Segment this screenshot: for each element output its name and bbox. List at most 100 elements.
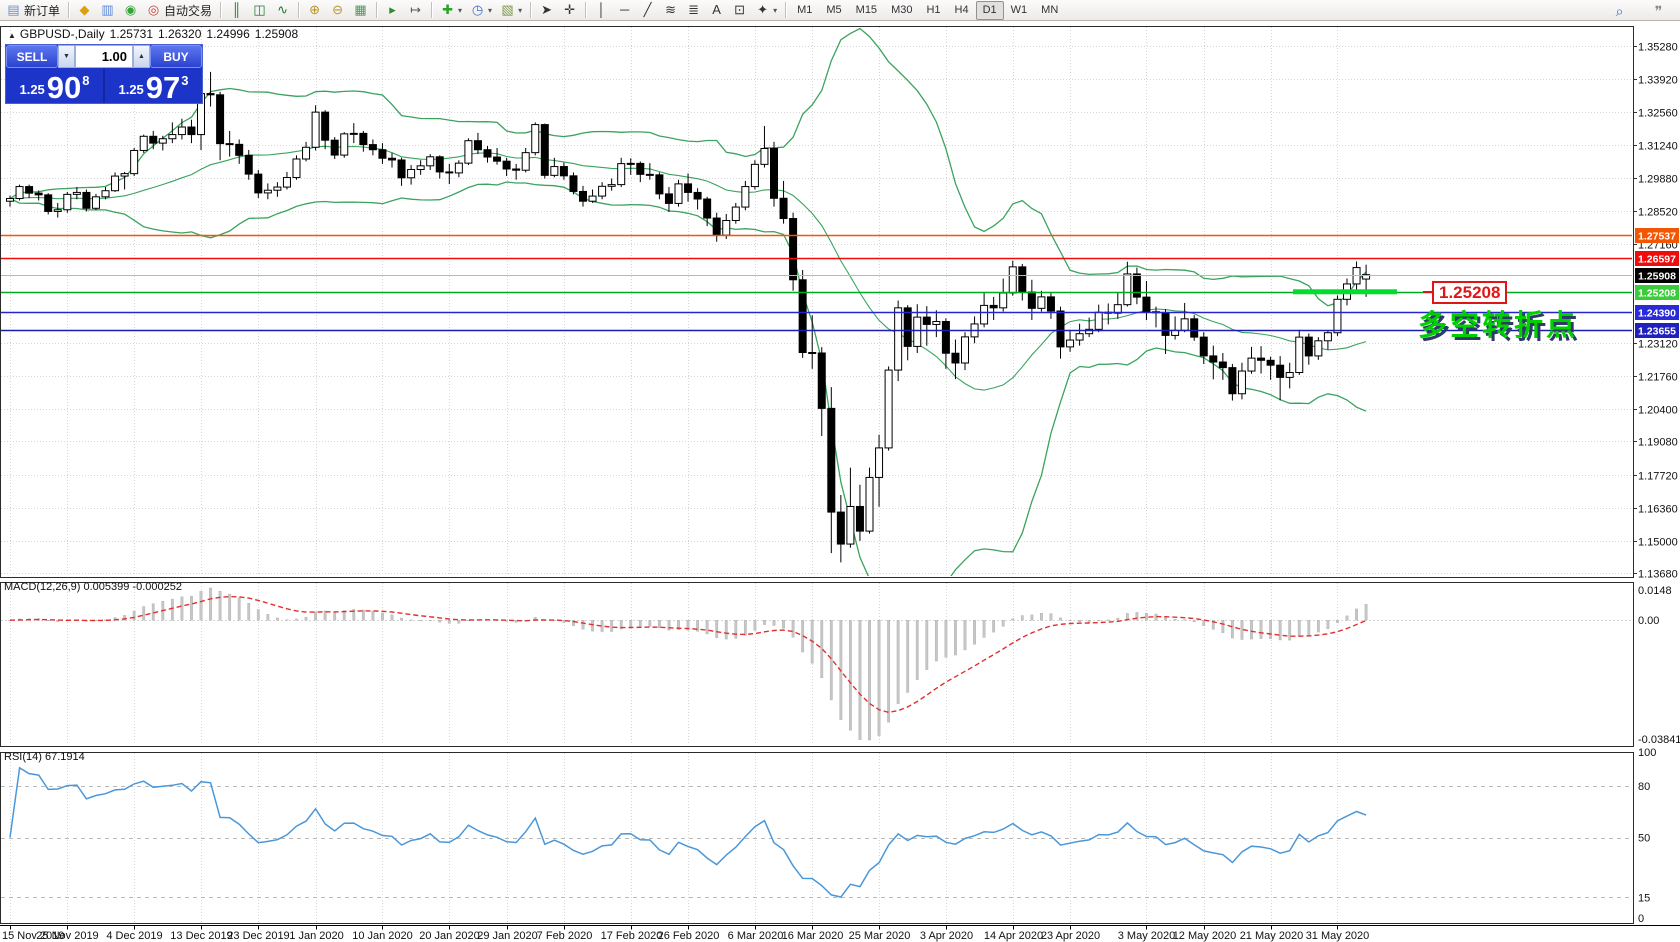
dropdown-arrow-icon[interactable]: ▾ — [488, 6, 492, 15]
horizontal-line-icon[interactable]: ─ — [613, 0, 636, 20]
new-order-icon[interactable]: ▤新订单 — [2, 0, 64, 20]
vertical-line-icon[interactable]: │ — [590, 0, 613, 20]
signals-icon[interactable]: ◉ — [119, 0, 142, 20]
cursor-icon: ➤ — [539, 0, 554, 20]
svg-text:13 Dec 2019: 13 Dec 2019 — [170, 930, 232, 942]
chart-shift-icon[interactable]: ↦ — [404, 0, 427, 20]
candlestick-chart-icon[interactable]: ◫ — [248, 0, 271, 20]
periods-icon[interactable]: ◷▾ — [466, 0, 496, 20]
new-order-icon-label: 新订单 — [24, 2, 60, 19]
text-icon[interactable]: A — [705, 0, 728, 20]
indicators-icon[interactable]: ✚▾ — [436, 0, 466, 20]
svg-text:29 Jan 2020: 29 Jan 2020 — [477, 930, 538, 942]
gold-chart-icon[interactable]: ◆ — [73, 0, 96, 20]
bar-chart-icon[interactable]: ║ — [225, 0, 248, 20]
highlight-segment[interactable] — [1293, 289, 1397, 294]
dropdown-arrow-icon[interactable]: ▾ — [518, 6, 522, 15]
svg-text:17 Feb 2020: 17 Feb 2020 — [601, 930, 663, 942]
timeframe-button-m5[interactable]: M5 — [819, 1, 848, 20]
svg-text:23 Apr 2020: 23 Apr 2020 — [1041, 930, 1100, 942]
timeframe-button-m1[interactable]: M1 — [790, 1, 819, 20]
toolbar-separator — [68, 2, 69, 18]
one-click-trading-panel: SELL ▼ ▲ BUY 1.25 90 8 1.25 97 3 — [5, 44, 203, 104]
volume-decrease-button[interactable]: ▼ — [58, 45, 75, 68]
price-annotation-label[interactable]: 1.25208 — [1432, 281, 1507, 304]
toolbar-separator — [431, 2, 432, 18]
buy-price[interactable]: 1.25 97 3 — [103, 69, 202, 103]
zoom-out-icon[interactable]: ⊖ — [326, 0, 349, 20]
periods-icon: ◷ — [470, 0, 485, 20]
svg-text:1.35280: 1.35280 — [1638, 42, 1678, 54]
tile-windows-icon[interactable]: ▦ — [349, 0, 372, 20]
line-chart-icon[interactable]: ∿ — [271, 0, 294, 20]
arrows-icon[interactable]: ✦▾ — [751, 0, 781, 20]
svg-text:25 Nov 2019: 25 Nov 2019 — [36, 930, 98, 942]
fibonacci-icon[interactable]: ≣ — [682, 0, 705, 20]
macd-axis-labels: 0.01480.00-0.038415 — [1638, 585, 1680, 746]
search-icon: ⌕ — [1612, 1, 1627, 21]
chart-window-icon: ▥ — [100, 0, 115, 20]
sell-button[interactable]: SELL — [6, 45, 58, 68]
timeframe-button-m15[interactable]: M15 — [849, 1, 884, 20]
svg-text:1.32560: 1.32560 — [1638, 108, 1678, 120]
sell-price-sup: 8 — [82, 73, 89, 88]
vertical-line-icon: │ — [594, 0, 609, 20]
svg-text:16 Mar 2020: 16 Mar 2020 — [782, 930, 844, 942]
macd-indicator-label: MACD(12,26,9) 0.005399 -0.000252 — [4, 581, 182, 593]
collapse-panel-icon[interactable]: ▲ — [8, 31, 16, 40]
volume-increase-button[interactable]: ▲ — [133, 45, 150, 68]
new-order-icon: ▤ — [6, 0, 21, 20]
timeframe-button-d1[interactable]: D1 — [976, 1, 1004, 20]
ohlc-low: 1.24996 — [206, 27, 249, 41]
zoom-in-icon[interactable]: ⊕ — [303, 0, 326, 20]
auto-scroll-icon[interactable]: ▸ — [381, 0, 404, 20]
sell-price[interactable]: 1.25 90 8 — [6, 69, 103, 103]
svg-text:21 May 2020: 21 May 2020 — [1240, 930, 1304, 942]
svg-text:1.21760: 1.21760 — [1638, 372, 1678, 384]
volume-input[interactable] — [75, 45, 133, 68]
buy-price-big: 97 — [146, 74, 180, 101]
chart-canvas[interactable]: 1.352801.339201.325601.312401.298801.285… — [0, 0, 1680, 942]
buy-price-main: 1.25 — [118, 82, 143, 97]
svg-text:4 Dec 2019: 4 Dec 2019 — [106, 930, 162, 942]
crosshair-icon[interactable]: ✛ — [558, 0, 581, 20]
svg-text:25 Mar 2020: 25 Mar 2020 — [849, 930, 911, 942]
svg-text:1.23120: 1.23120 — [1638, 339, 1678, 351]
cn-annotation-text[interactable]: 多空转折点 — [1418, 302, 1578, 344]
trendline-icon[interactable]: ╱ — [636, 0, 659, 20]
templates-icon[interactable]: ▧▾ — [496, 0, 526, 20]
zoom-in-icon: ⊕ — [307, 0, 322, 20]
timeframe-button-w1[interactable]: W1 — [1004, 1, 1035, 20]
svg-text:3 Apr 2020: 3 Apr 2020 — [920, 930, 973, 942]
buy-price-sup: 3 — [181, 73, 188, 88]
svg-text:31 May 2020: 31 May 2020 — [1306, 930, 1370, 942]
autotrading-icon[interactable]: ◎自动交易 — [142, 0, 216, 20]
search-icon[interactable]: ⌕ — [1608, 1, 1631, 21]
dropdown-arrow-icon[interactable]: ▾ — [773, 6, 777, 15]
svg-text:20 Jan 2020: 20 Jan 2020 — [419, 930, 480, 942]
svg-text:1.24390: 1.24390 — [1638, 308, 1676, 320]
svg-text:100: 100 — [1638, 747, 1656, 759]
buy-button[interactable]: BUY — [150, 45, 202, 68]
equidistant-channel-icon[interactable]: ≋ — [659, 0, 682, 20]
ohlc-high: 1.26320 — [158, 27, 201, 41]
timeframe-button-h1[interactable]: H1 — [919, 1, 947, 20]
cursor-icon[interactable]: ➤ — [535, 0, 558, 20]
svg-text:0: 0 — [1638, 913, 1644, 925]
timeframe-button-h4[interactable]: H4 — [948, 1, 976, 20]
svg-text:1 Jan 2020: 1 Jan 2020 — [289, 930, 343, 942]
chart-window-icon[interactable]: ▥ — [96, 0, 119, 20]
autotrading-icon-label: 自动交易 — [164, 2, 212, 19]
text-label-icon[interactable]: ⊡ — [728, 0, 751, 20]
svg-text:23 Dec 2019: 23 Dec 2019 — [227, 930, 289, 942]
dropdown-arrow-icon[interactable]: ▾ — [458, 6, 462, 15]
svg-text:1.26597: 1.26597 — [1638, 254, 1676, 266]
timeframe-button-m30[interactable]: M30 — [884, 1, 919, 20]
svg-text:1.27537: 1.27537 — [1638, 231, 1676, 243]
timeframe-button-mn[interactable]: MN — [1034, 1, 1065, 20]
svg-text:50: 50 — [1638, 833, 1650, 845]
ohlc-close: 1.25908 — [255, 27, 298, 41]
rsi-indicator-label: RSI(14) 67.1914 — [4, 751, 85, 763]
chat-icon[interactable]: ❞ — [1647, 1, 1670, 21]
equidistant-channel-icon: ≋ — [663, 0, 678, 20]
